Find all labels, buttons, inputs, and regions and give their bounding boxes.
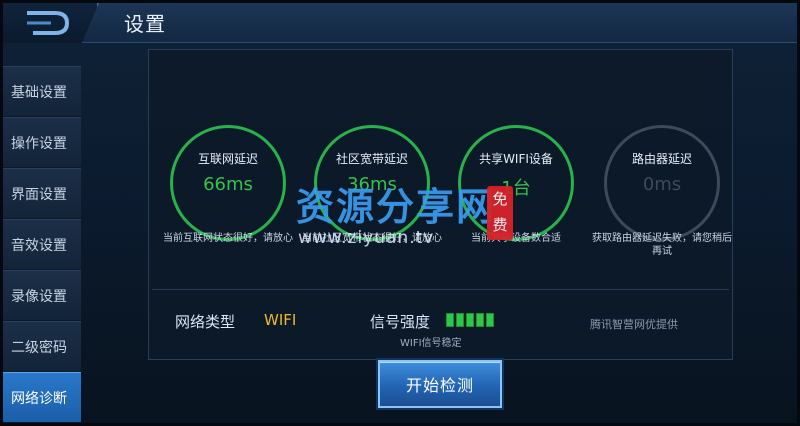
watermark-text: 资源分享网 <box>296 184 497 229</box>
signal-bar <box>456 313 464 327</box>
sidebar-item-secondary-password[interactable]: 二级密码 <box>3 321 81 372</box>
back-arrow-icon <box>27 11 69 35</box>
network-type-value: WIFI <box>264 311 297 329</box>
router-latency-value: 0ms <box>642 174 682 195</box>
page-title: 设置 <box>124 12 166 36</box>
sidebar: 基础设置 操作设置 界面设置 音效设置 录像设置 二级密码 网络诊断 <box>3 66 81 423</box>
watermark-badge: 免 费 <box>487 186 513 240</box>
signal-note: WIFI信号稳定 <box>400 338 462 349</box>
start-detection-button[interactable]: 开始检测 <box>378 360 502 408</box>
provider-note: 腾讯智营网优提供 <box>590 318 678 331</box>
signal-strength-label: 信号强度 <box>370 313 431 331</box>
router-latency-note: 获取路由器延迟失败，请您稍后再试 <box>592 233 732 257</box>
watermark-badge-char-2: 费 <box>492 216 508 234</box>
watermark-badge-char-1: 免 <box>492 190 508 208</box>
network-type-label: 网络类型 <box>175 313 236 331</box>
internet-latency-note: 当前互联网状态很好，请放心 <box>163 233 293 244</box>
internet-latency-value: 66ms <box>203 174 253 195</box>
internet-latency-title: 互联网延迟 <box>197 152 258 166</box>
signal-bar <box>466 313 474 327</box>
signal-strength-meter <box>446 313 494 327</box>
sidebar-item-replay-settings[interactable]: 录像设置 <box>3 270 81 321</box>
sidebar-item-basic-settings[interactable]: 基础设置 <box>3 66 81 117</box>
top-bar <box>3 3 797 43</box>
signal-bar <box>446 313 454 327</box>
sidebar-item-network-diagnosis[interactable]: 网络诊断 <box>3 372 81 423</box>
divider <box>152 289 729 290</box>
sidebar-item-interface-settings[interactable]: 界面设置 <box>3 168 81 219</box>
router-latency-title: 路由器延迟 <box>631 152 692 166</box>
community-bandwidth-title: 社区宽带延迟 <box>335 152 408 166</box>
signal-bar <box>476 313 484 327</box>
shared-wifi-note: 当前共享设备数合适 <box>471 233 561 244</box>
sidebar-item-control-settings[interactable]: 操作设置 <box>3 117 81 168</box>
sidebar-item-sound-settings[interactable]: 音效设置 <box>3 219 81 270</box>
watermark-url: www.ziyuan.tv <box>298 228 435 248</box>
shared-wifi-title: 共享WIFI设备 <box>479 152 553 166</box>
signal-bar <box>486 313 494 327</box>
